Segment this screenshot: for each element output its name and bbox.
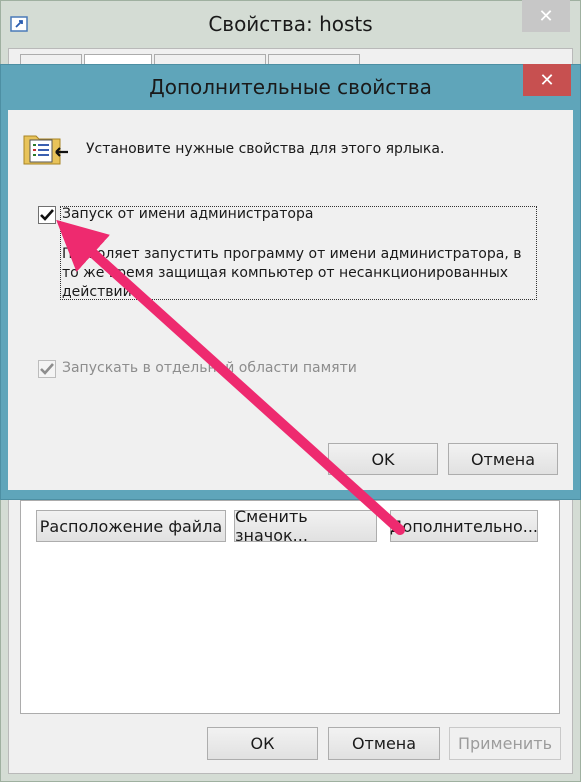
properties-shortcut-icon bbox=[23, 135, 68, 165]
close-icon: ✕ bbox=[539, 69, 555, 91]
ok-button[interactable]: ОК bbox=[207, 727, 318, 760]
window-title: Свойства: hosts bbox=[208, 12, 373, 36]
dialog-close-button[interactable]: ✕ bbox=[523, 64, 571, 96]
dialog-ok-button[interactable]: OK bbox=[328, 443, 438, 475]
close-icon: ✕ bbox=[538, 5, 554, 27]
check-icon bbox=[40, 209, 54, 221]
change-icon-button[interactable]: Сменить значок... bbox=[234, 507, 377, 545]
advanced-button[interactable]: Дополнительно... bbox=[390, 510, 538, 542]
apply-button[interactable]: Применить bbox=[449, 727, 561, 760]
cancel-button[interactable]: Отмена bbox=[328, 727, 440, 760]
separate-memory-label: Запускать в отдельной области памяти bbox=[62, 360, 357, 376]
app-shortcut-icon bbox=[10, 16, 28, 32]
separate-memory-checkbox[interactable] bbox=[38, 360, 56, 378]
check-icon bbox=[40, 363, 54, 375]
dialog-cancel-button[interactable]: Отмена bbox=[448, 443, 558, 475]
run-as-admin-description: Позволяет запустить программу от имени а… bbox=[62, 246, 522, 300]
dialog-title: Дополнительные свойства bbox=[149, 75, 432, 99]
file-location-button[interactable]: Расположение файла bbox=[36, 510, 226, 542]
run-as-admin-label[interactable]: Запуск от имени администратора bbox=[62, 206, 313, 222]
window-close-button[interactable]: ✕ bbox=[522, 0, 570, 32]
dialog-intro-text: Установите нужные свойства для этого ярл… bbox=[86, 141, 445, 157]
run-as-admin-checkbox[interactable] bbox=[38, 206, 56, 224]
